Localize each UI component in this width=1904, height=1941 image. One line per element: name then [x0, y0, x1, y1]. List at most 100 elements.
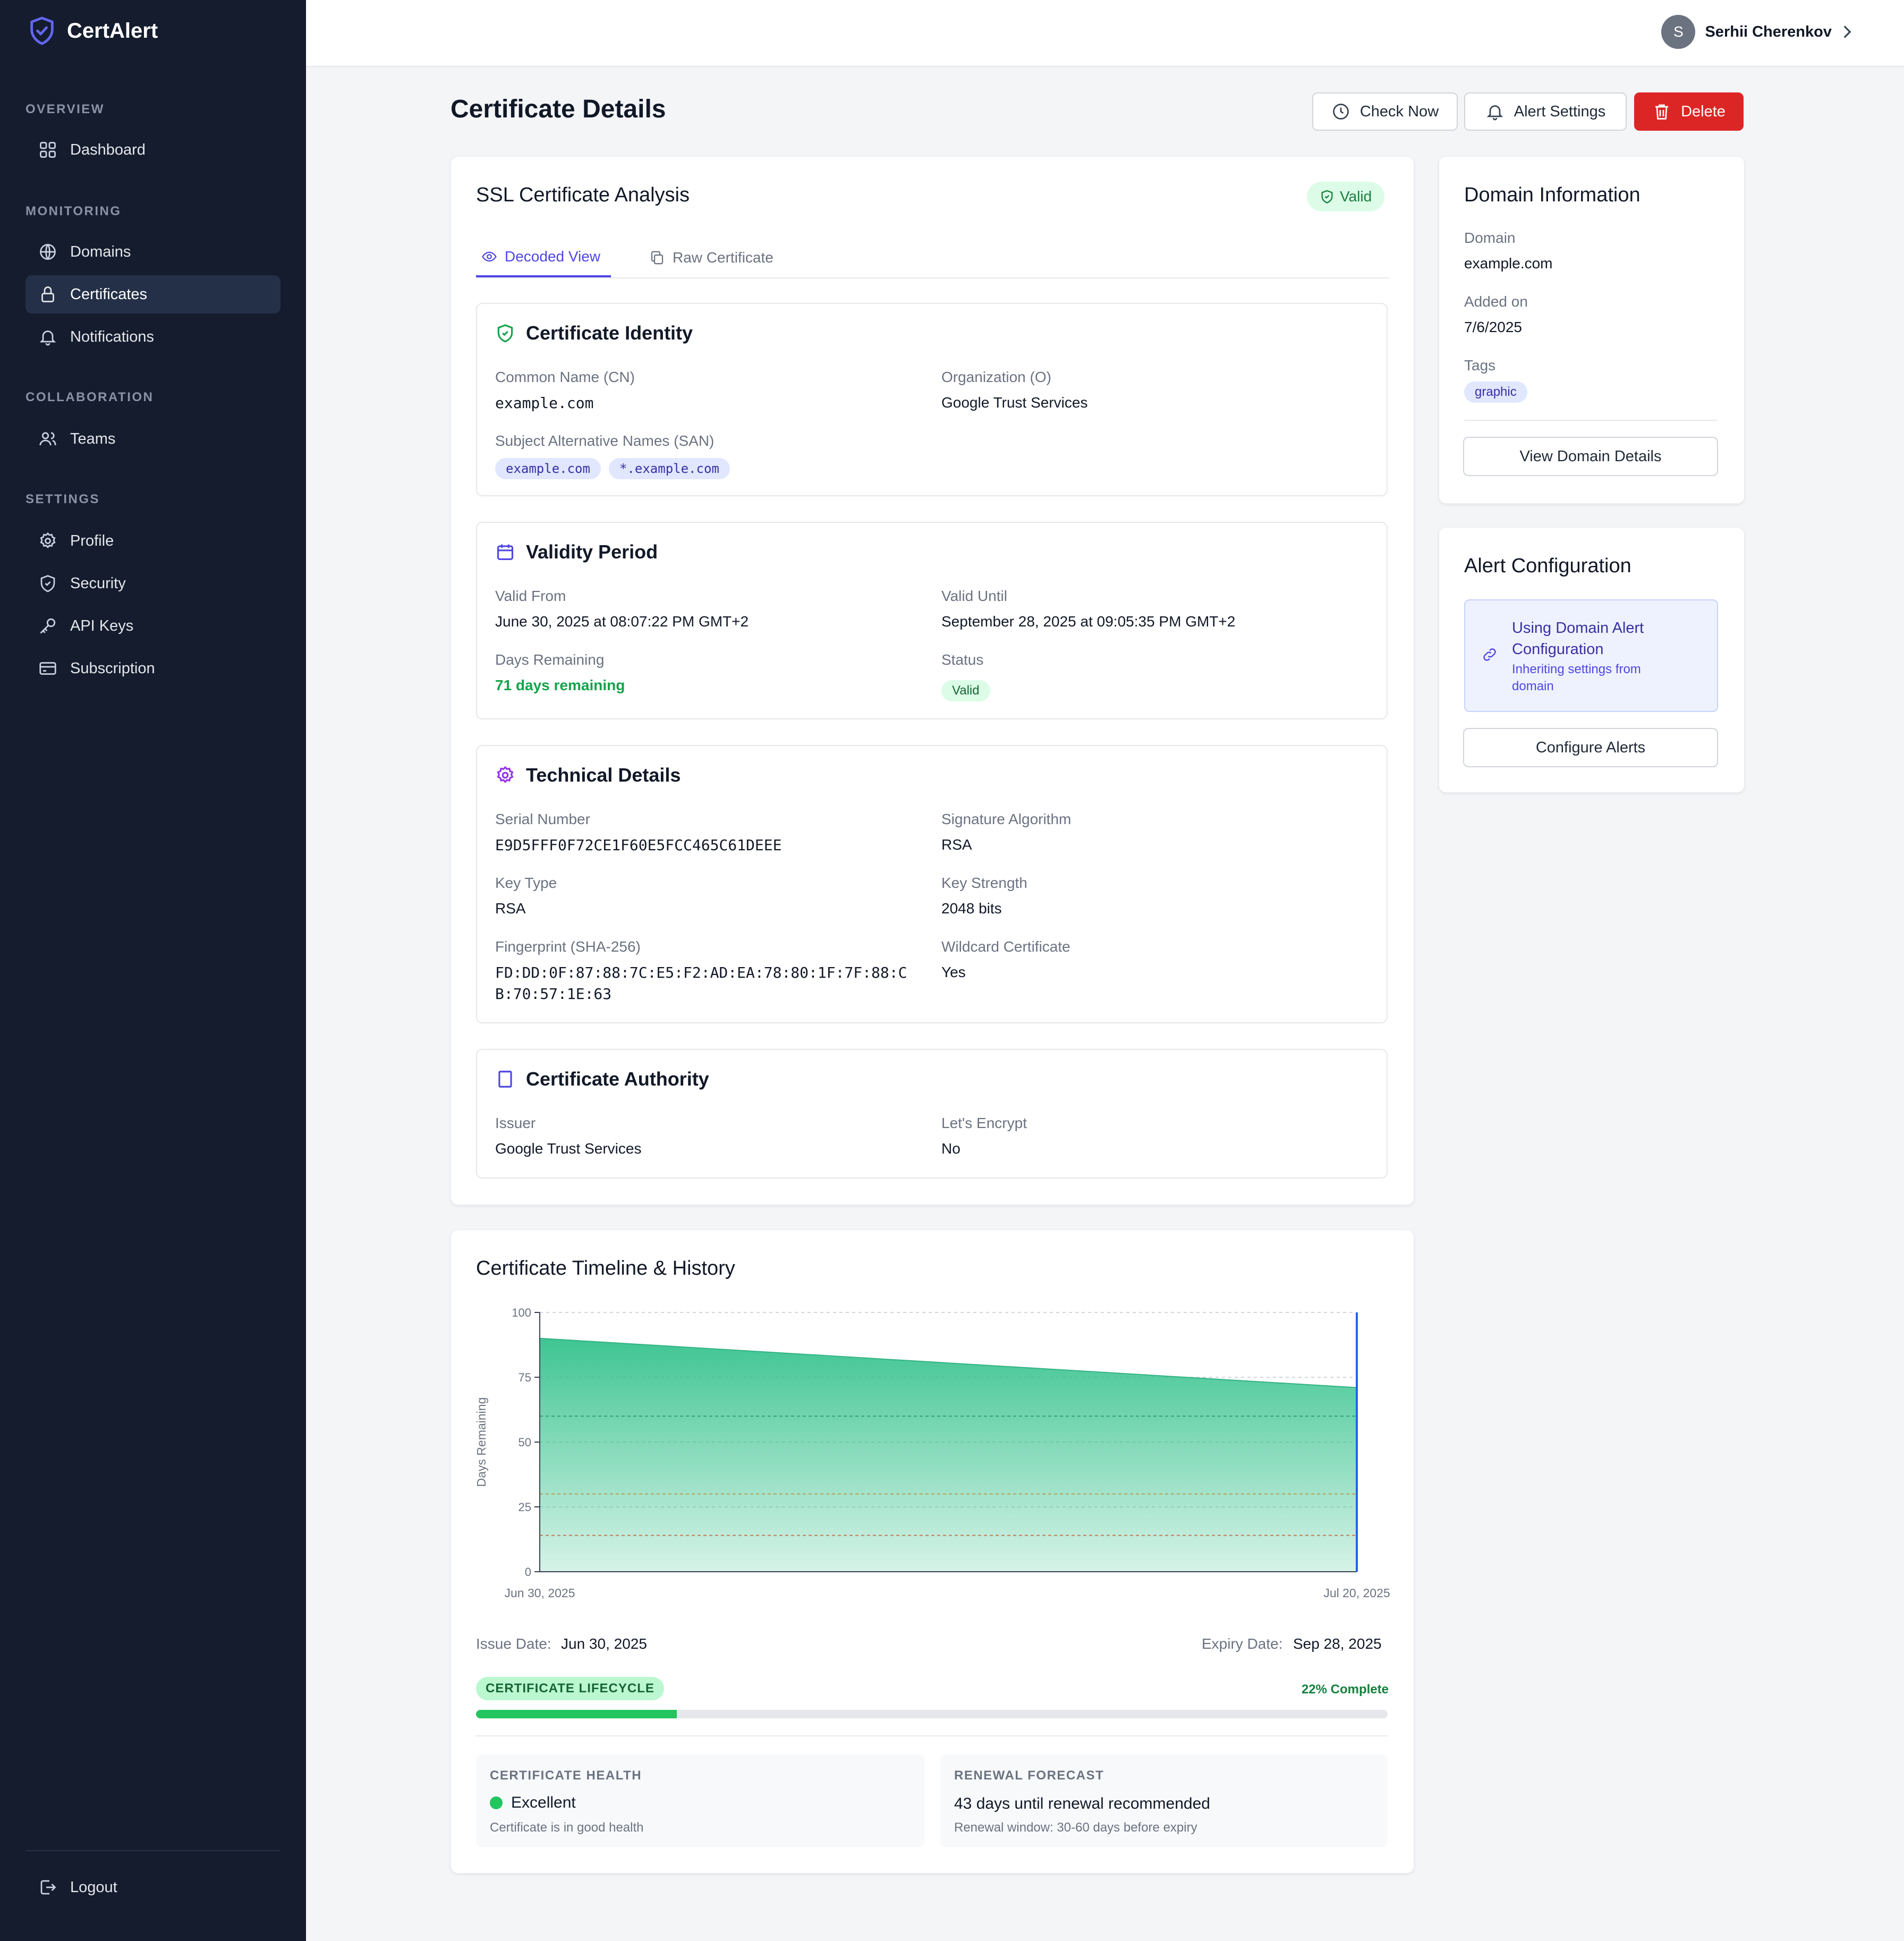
renewal-forecast-box: RENEWAL FORECAST 43 days until renewal r… — [940, 1754, 1388, 1847]
valid-from-value: June 30, 2025 at 08:07:22 PM GMT+2 — [495, 613, 749, 630]
wildcard-value: Yes — [941, 964, 966, 980]
area-fill — [540, 1338, 1357, 1572]
fingerprint-value-line1: FD:DD:0F:87:88:7C:E5:F2:AD:EA:78:80:1F:7… — [495, 964, 907, 981]
link-icon — [1483, 648, 1496, 661]
technical-details-section: Technical Details Serial Number E9D5FFF0… — [476, 745, 1388, 1023]
copy-icon — [651, 251, 664, 265]
wildcard-label: Wildcard Certificate — [941, 938, 1070, 955]
health-status: Excellent — [490, 1794, 576, 1812]
section-heading: Certificate Authority — [495, 1068, 709, 1090]
nav-section-monitoring: MONITORING — [26, 204, 122, 218]
shield-icon — [40, 575, 55, 592]
section-title: Validity Period — [526, 541, 658, 563]
sidebar-item-domains[interactable]: Domains — [26, 233, 280, 271]
sidebar-item-security[interactable]: Security — [26, 564, 280, 603]
alert-settings-button[interactable]: Alert Settings — [1464, 92, 1627, 131]
y-tick-label: 100 — [512, 1306, 531, 1319]
user-menu[interactable]: S Serhii Cherenkov — [1661, 15, 1853, 49]
section-title: Certificate Identity — [526, 322, 693, 344]
lifecycle-progress-fill — [476, 1710, 677, 1718]
delete-button[interactable]: Delete — [1634, 92, 1744, 131]
view-domain-details-button[interactable]: View Domain Details — [1463, 437, 1718, 476]
eye-icon — [482, 251, 497, 262]
status-label: Status — [941, 651, 984, 668]
sidebar-item-label: Certificates — [70, 285, 148, 303]
page-title: Certificate Details — [450, 95, 666, 123]
health-title: CERTIFICATE HEALTH — [490, 1768, 642, 1783]
bell-icon — [39, 330, 56, 346]
key-icon — [40, 618, 56, 634]
forecast-title: RENEWAL FORECAST — [954, 1768, 1104, 1783]
certificate-authority-section: Certificate Authority Issuer Google Trus… — [476, 1049, 1388, 1179]
sidebar-item-subscription[interactable]: Subscription — [26, 649, 280, 688]
divider — [1464, 420, 1718, 421]
key-type-label: Key Type — [495, 875, 557, 891]
lock-icon — [41, 286, 54, 302]
valid-from-label: Valid From — [495, 588, 566, 604]
sidebar: CertAlert OVERVIEW Dashboard MONITORING … — [0, 0, 306, 1941]
tab-raw-certificate[interactable]: Raw Certificate — [649, 238, 774, 277]
sidebar-item-profile[interactable]: Profile — [26, 522, 280, 560]
days-remaining-value: 71 days remaining — [495, 677, 625, 693]
key-strength-value: 2048 bits — [941, 900, 1002, 917]
check-now-button[interactable]: Check Now — [1312, 92, 1458, 131]
sidebar-divider — [26, 1850, 280, 1851]
globe-icon — [40, 244, 56, 260]
y-tick-label: 25 — [518, 1501, 531, 1514]
status-badge-label: Valid — [1340, 188, 1372, 205]
signature-value: RSA — [941, 836, 972, 853]
issue-date-value: Jun 30, 2025 — [561, 1635, 647, 1652]
sidebar-item-teams[interactable]: Teams — [26, 420, 280, 458]
health-note: Certificate is in good health — [490, 1820, 644, 1835]
serial-value: E9D5FFF0F72CE1F60E5FCC465C61DEEE — [495, 836, 782, 854]
forecast-note: Renewal window: 30-60 days before expiry — [954, 1820, 1197, 1835]
issuer-value: Google Trust Services — [495, 1140, 642, 1157]
using-domain-config-text: Using Domain Alert Configuration — [1512, 620, 1644, 658]
status-pill: Valid — [941, 680, 990, 701]
sidebar-item-dashboard[interactable]: Dashboard — [26, 131, 280, 169]
sidebar-item-label: API Keys — [70, 617, 134, 634]
sidebar-item-certificates[interactable]: Certificates — [26, 275, 280, 313]
sidebar-item-label: Teams — [70, 430, 116, 447]
credit-card-icon — [39, 662, 56, 675]
health-value: Excellent — [511, 1794, 576, 1811]
lets-encrypt-label: Let's Encrypt — [941, 1115, 1027, 1131]
san-chip: *.example.com — [609, 458, 730, 479]
shield-check-icon — [30, 16, 54, 45]
chevron-right-icon — [1843, 26, 1851, 38]
sidebar-item-notifications[interactable]: Notifications — [26, 318, 280, 356]
cn-label: Common Name (CN) — [495, 369, 635, 385]
added-on-label: Added on — [1464, 293, 1528, 310]
serial-label: Serial Number — [495, 811, 590, 827]
section-title: Certificate Authority — [526, 1068, 709, 1090]
domain-value: example.com — [1464, 255, 1553, 272]
logout-label: Logout — [70, 1878, 117, 1896]
org-value: Google Trust Services — [941, 394, 1088, 411]
added-on-value: 7/6/2025 — [1464, 319, 1522, 335]
view-tabs: Decoded View Raw Certificate — [476, 238, 1389, 278]
section-heading: Validity Period — [495, 541, 658, 563]
divider — [476, 1735, 1388, 1736]
signature-label: Signature Algorithm — [941, 811, 1072, 827]
status-badge: Valid — [1307, 182, 1385, 211]
tab-label: Raw Certificate — [673, 249, 774, 266]
section-title: Technical Details — [526, 764, 681, 786]
calendar-icon — [497, 544, 514, 561]
check-now-label: Check Now — [1359, 103, 1439, 120]
gear-icon — [40, 532, 56, 548]
shield-check-icon — [1321, 190, 1333, 204]
issuer-label: Issuer — [495, 1115, 536, 1131]
section-heading: Certificate Identity — [495, 322, 693, 344]
sidebar-item-label: Subscription — [70, 659, 155, 677]
logout-button[interactable]: Logout — [26, 1868, 280, 1906]
tab-decoded-view[interactable]: Decoded View — [476, 238, 611, 277]
domain-alert-config-notice: Using Domain Alert Configuration Inherit… — [1464, 599, 1718, 712]
configure-alerts-button[interactable]: Configure Alerts — [1463, 728, 1718, 767]
brand[interactable]: CertAlert — [27, 15, 158, 47]
x-tick-label: Jul 20, 2025 — [1323, 1586, 1390, 1600]
nav-section-overview: OVERVIEW — [26, 102, 105, 116]
sidebar-item-api-keys[interactable]: API Keys — [26, 607, 280, 645]
y-tick-label: 0 — [525, 1565, 531, 1579]
certificate-identity-section: Certificate Identity Common Name (CN) ex… — [476, 303, 1388, 496]
section-heading: Technical Details — [495, 764, 681, 786]
